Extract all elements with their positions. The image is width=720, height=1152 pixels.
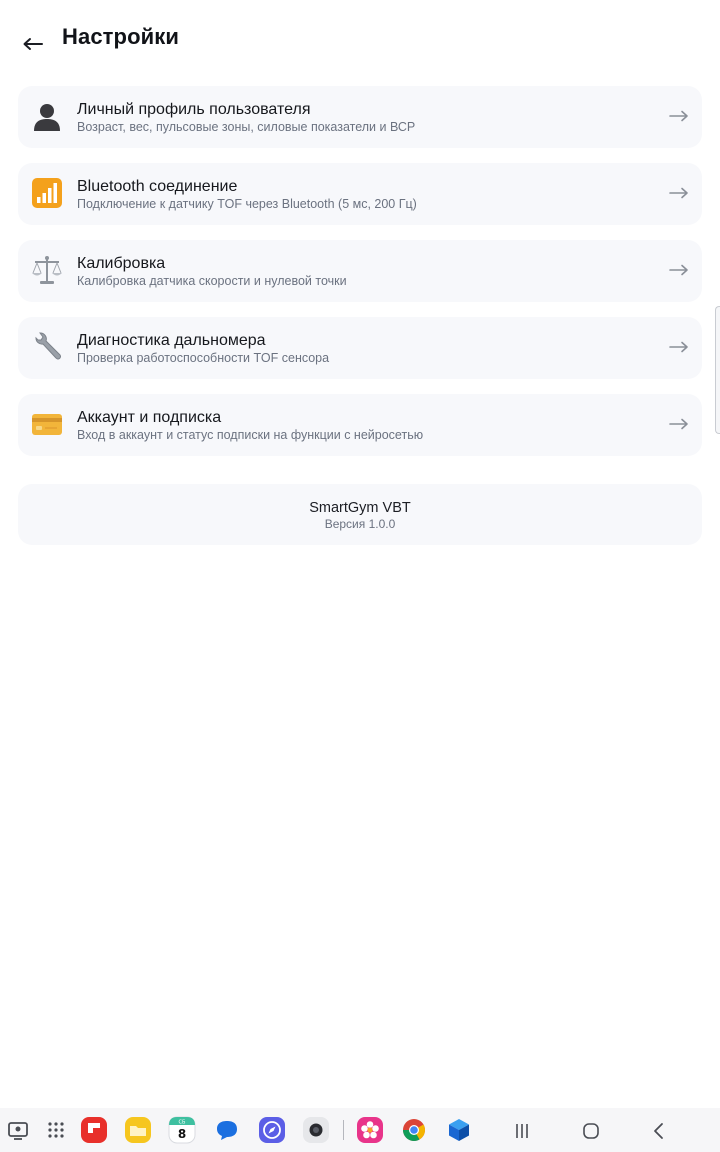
arrow-right-icon [668,262,690,278]
page-title: Настройки [62,24,179,49]
settings-item-account[interactable]: Аккаунт и подписка Вход в аккаунт и стат… [18,394,702,456]
photos-icon[interactable] [356,1116,384,1144]
settings-item-title: Калибровка [77,255,166,272]
settings-item-subtitle: Калибровка датчика скорости и нулевой то… [77,274,347,288]
credit-card-icon [31,408,63,440]
settings-item-profile[interactable]: Личный профиль пользователя Возраст, вес… [18,86,702,148]
settings-item-title: Диагностика дальномера [77,332,266,349]
user-silhouette-icon [31,100,63,132]
settings-item-title: Аккаунт и подписка [77,409,222,426]
taskbar: СБ 8 [0,1108,720,1152]
settings-item-diagnostics[interactable]: Диагностика дальномера Проверка работосп… [18,317,702,379]
back-icon[interactable] [648,1120,670,1142]
settings-item-subtitle: Подключение к датчику TOF через Bluetoot… [77,197,417,211]
chrome-icon[interactable] [400,1116,428,1144]
wrench-icon [31,331,63,363]
files-icon[interactable] [124,1116,152,1144]
cube-app-icon[interactable] [445,1116,473,1144]
messages-icon[interactable] [213,1116,241,1144]
settings-item-subtitle: Возраст, вес, пульсовые зоны, силовые по… [77,120,416,134]
back-arrow-icon[interactable] [18,28,48,58]
app-name: SmartGym VBT [309,500,411,516]
home-icon[interactable] [580,1120,602,1142]
arrow-right-icon [668,108,690,124]
settings-item-subtitle: Вход в аккаунт и статус подписки на функ… [77,428,424,442]
app-info-card: SmartGym VBT Версия 1.0.0 [18,484,702,545]
edge-panel-handle[interactable] [715,306,720,434]
calendar-date: 8 [178,1127,186,1141]
settings-item-subtitle: Проверка работоспособности TOF сенсора [77,351,330,365]
settings-item-title: Личный профиль пользователя [77,101,311,118]
recents-icon[interactable] [511,1120,533,1142]
calendar-day-label: СБ [179,1120,186,1126]
arrow-right-icon [668,416,690,432]
calendar-icon[interactable]: СБ 8 [168,1116,196,1144]
signal-bars-icon [31,177,63,209]
camera-icon[interactable] [302,1116,330,1144]
flipboard-icon[interactable] [80,1116,108,1144]
balance-scale-icon [31,254,63,286]
screen-recorder-icon[interactable] [4,1116,32,1144]
compass-app-icon[interactable] [258,1116,286,1144]
app-header: Настройки [0,0,720,80]
settings-item-title: Bluetooth соединение [77,178,238,195]
app-drawer-icon[interactable] [42,1116,70,1144]
app-version: Версия 1.0.0 [324,517,396,531]
arrow-right-icon [668,185,690,201]
taskbar-divider [343,1120,344,1140]
settings-item-bluetooth[interactable]: Bluetooth соединение Подключение к датчи… [18,163,702,225]
settings-list: Личный профиль пользователя Возраст, вес… [18,86,702,471]
arrow-right-icon [668,339,690,355]
settings-item-calibration[interactable]: Калибровка Калибровка датчика скорости и… [18,240,702,302]
